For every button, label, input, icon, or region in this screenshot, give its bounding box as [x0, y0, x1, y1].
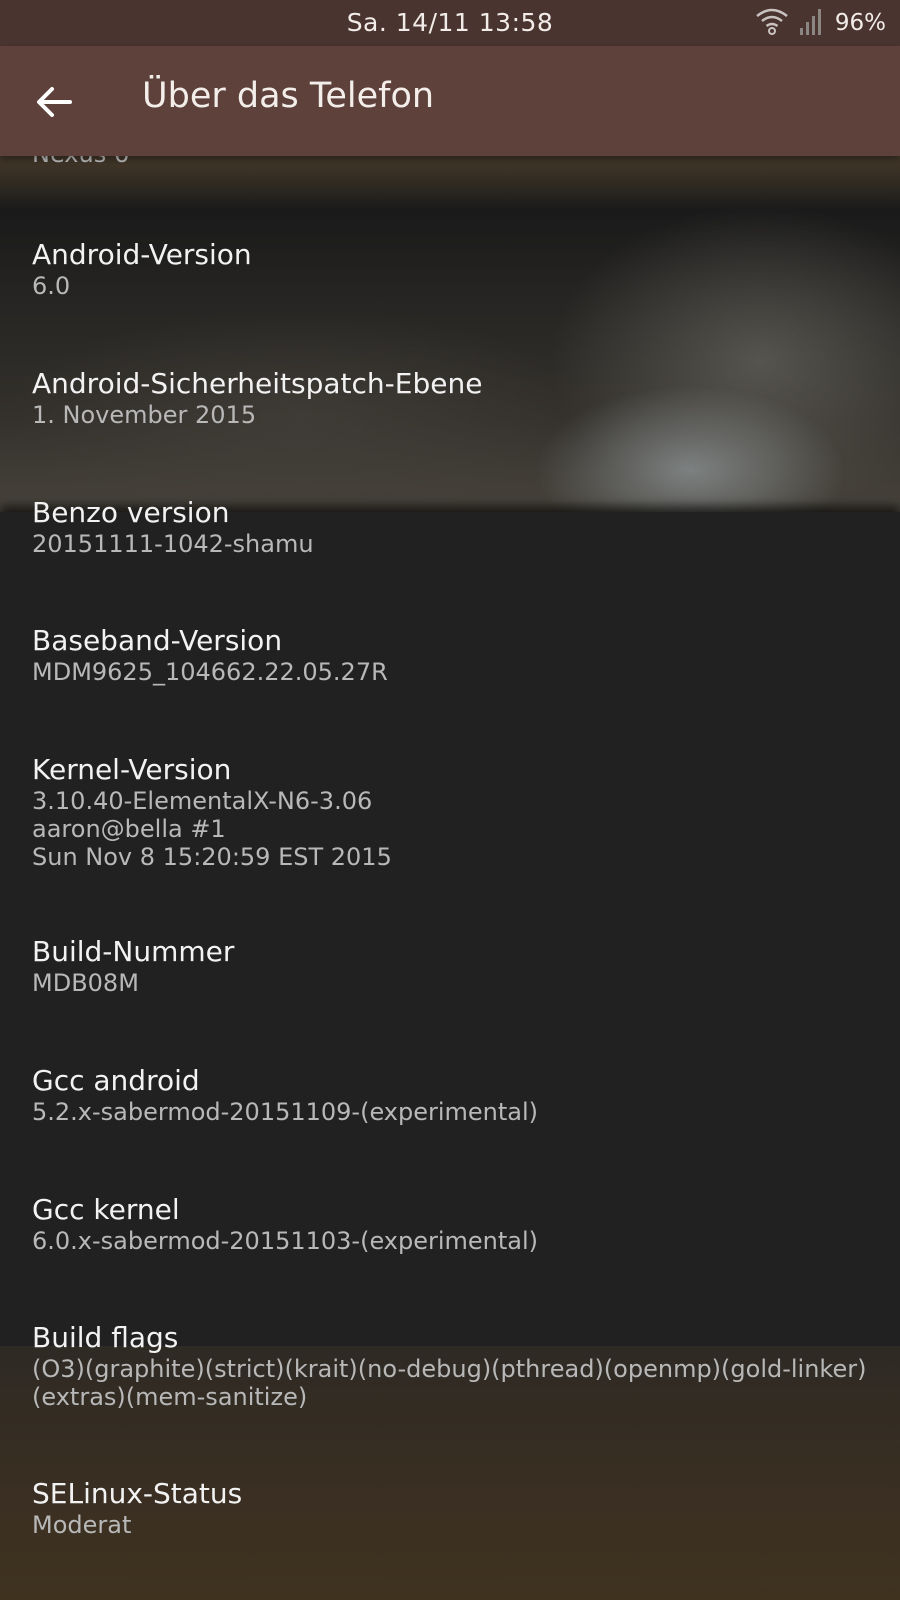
page-title: Über das Telefon [142, 76, 435, 116]
item-value: 5.2.x-sabermod-20151109-(experimental) [32, 1098, 539, 1126]
item-title: Gcc kernel [32, 1193, 180, 1226]
item-value: MDM9625_104662.22.05.27R [32, 658, 388, 686]
app-bar: Über das Telefon [0, 46, 900, 156]
item-title: Android-Sicherheitspatch-Ebene [32, 367, 483, 400]
item-value: 6.0 [32, 272, 71, 300]
item-value: 6.0.x-sabermod-20151103-(experimental) [32, 1227, 539, 1255]
arrow-left-icon [37, 87, 72, 117]
list-item-security-patch[interactable]: Android-Sicherheitspatch-Ebene 1. Novemb… [32, 367, 868, 429]
list-item-gcc-kernel[interactable]: Gcc kernel 6.0.x-sabermod-20151103-(expe… [32, 1193, 868, 1255]
signal-icon [799, 6, 825, 40]
list-item-build-flags[interactable]: Build flags (O3)(graphite)(strict)(krait… [32, 1321, 868, 1411]
status-bar: Sa. 14/11 13:58 96% [0, 0, 900, 46]
item-value: (O3)(graphite)(strict)(krait)(no-debug)(… [32, 1355, 867, 1411]
list-item-build-number[interactable]: Build-Nummer MDB08M [32, 935, 868, 997]
item-value: 3.10.40-ElementalX-N6-3.06 aaron@bella #… [32, 787, 392, 871]
item-title: Baseband-Version [32, 624, 283, 657]
list-item-kernel-version[interactable]: Kernel-Version 3.10.40-ElementalX-N6-3.0… [32, 753, 868, 871]
item-title: SELinux-Status [32, 1477, 243, 1510]
list-item-benzo-version[interactable]: Benzo version 20151111-1042-shamu [32, 496, 868, 558]
item-title: Build flags [32, 1321, 179, 1354]
item-value: 20151111-1042-shamu [32, 530, 314, 558]
item-title: Kernel-Version [32, 753, 232, 786]
wifi-icon [755, 6, 789, 40]
item-title: Gcc android [32, 1064, 200, 1097]
item-value: 1. November 2015 [32, 401, 257, 429]
list-item-android-version[interactable]: Android-Version 6.0 [32, 238, 868, 300]
battery-level: 96% [834, 10, 886, 36]
item-title: Build-Nummer [32, 935, 235, 968]
list-item-selinux-status[interactable]: SELinux-Status Moderat [32, 1477, 868, 1539]
item-title: Benzo version [32, 496, 230, 529]
status-icons: 96% [755, 6, 886, 40]
item-value: MDB08M [32, 969, 139, 997]
list-item-gcc-android[interactable]: Gcc android 5.2.x-sabermod-20151109-(exp… [32, 1064, 868, 1126]
list-item-baseband-version[interactable]: Baseband-Version MDM9625_104662.22.05.27… [32, 624, 868, 686]
item-value: Moderat [32, 1511, 132, 1539]
back-button[interactable] [30, 78, 78, 126]
item-title: Android-Version [32, 238, 252, 271]
